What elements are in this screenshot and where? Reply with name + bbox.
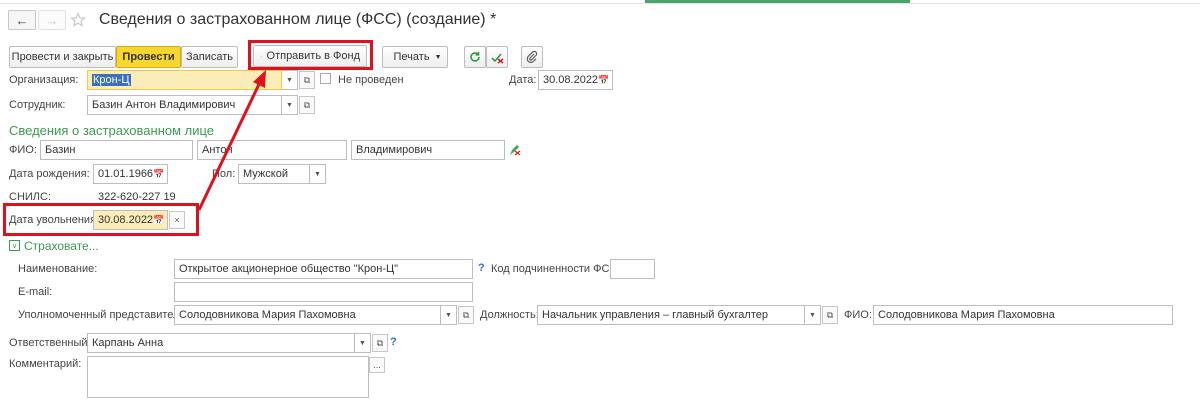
position-value: Начальник управления – главный бухгалтер: [542, 309, 768, 321]
open-icon: ⧉: [376, 337, 384, 348]
signatory-fio-value: Солодовникова Мария Пахомовна: [878, 309, 1055, 321]
position-field[interactable]: Начальник управления – главный бухгалтер: [537, 305, 805, 325]
representative-field[interactable]: Солодовникова Мария Пахомовна: [174, 305, 441, 325]
representative-label: Уполномоченный представитель:: [18, 309, 189, 321]
responsible-open-button[interactable]: ⧉: [372, 334, 388, 352]
responsible-value: Карпань Анна: [92, 337, 164, 349]
ellipsis-icon: ...: [373, 360, 381, 370]
responsible-label: Ответственный:: [9, 337, 91, 349]
insurer-name-field[interactable]: Открытое акционерное общество "Крон-Ц": [174, 259, 473, 279]
position-dropdown-button[interactable]: ▼: [805, 305, 821, 325]
help-icon[interactable]: ?: [390, 336, 397, 348]
responsible-dropdown-button[interactable]: ▼: [355, 333, 371, 353]
open-icon: ⧉: [462, 309, 470, 320]
insurer-name-label: Наименование:: [18, 263, 98, 275]
insurer-name-value: Открытое акционерное общество "Крон-Ц": [179, 263, 399, 275]
subordination-code-field[interactable]: [610, 259, 655, 279]
subordination-code-label: Код подчиненности ФСС:: [491, 263, 621, 275]
comment-expand-button[interactable]: ...: [369, 357, 385, 373]
signatory-fio-field[interactable]: Солодовникова Мария Пахомовна: [873, 305, 1173, 325]
signatory-fio-label: ФИО:: [844, 309, 872, 321]
chevron-down-icon: ▼: [359, 339, 366, 347]
representative-value: Солодовникова Мария Пахомовна: [179, 309, 356, 321]
position-open-button[interactable]: ⧉: [822, 306, 838, 324]
representative-dropdown-button[interactable]: ▼: [441, 305, 457, 325]
email-label: E-mail:: [18, 286, 53, 298]
responsible-field[interactable]: Карпань Анна: [87, 333, 355, 353]
representative-open-button[interactable]: ⧉: [458, 306, 474, 324]
comment-label: Комментарий:: [9, 358, 82, 370]
open-icon: ⧉: [826, 309, 834, 320]
chevron-down-icon: ▼: [809, 311, 816, 319]
position-label: Должность:: [480, 309, 539, 321]
chevron-down-icon: ▼: [445, 311, 452, 319]
collapse-toggle-icon[interactable]: ∨: [9, 240, 20, 251]
comment-textarea[interactable]: [87, 356, 369, 398]
help-icon[interactable]: ?: [478, 262, 485, 274]
insurer-section-title[interactable]: Страховате...: [24, 239, 99, 253]
email-field[interactable]: [174, 282, 473, 302]
